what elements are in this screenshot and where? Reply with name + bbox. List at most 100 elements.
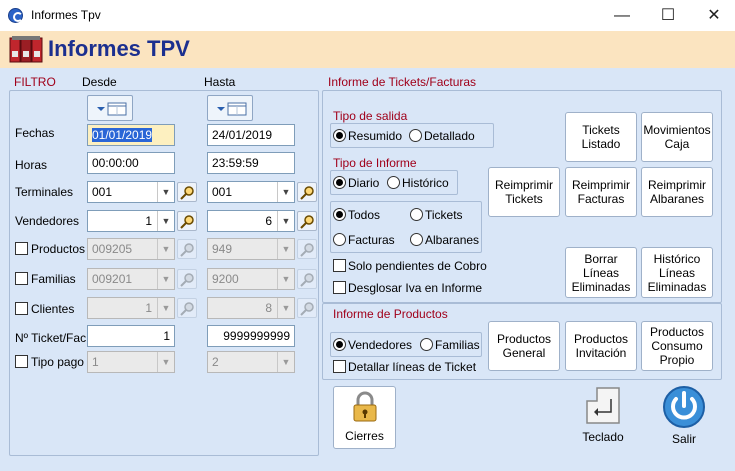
ticket-hasta-input[interactable]: 9999999999 (207, 325, 295, 347)
terminal-desde-select[interactable]: 001 ▼ (87, 181, 175, 203)
teclado-label: Teclado (582, 430, 624, 444)
producto-desde-value: 009205 (92, 242, 133, 256)
calendar-icon (217, 102, 247, 116)
terminal-hasta-search-button[interactable] (297, 182, 317, 202)
detallar-lineas-checkbox[interactable] (333, 360, 346, 373)
hasta-calendar-button[interactable] (207, 95, 253, 121)
terminal-hasta-select[interactable]: 001 ▼ (207, 181, 295, 203)
historico-lineas-button[interactable]: Histórico Líneas Eliminadas (641, 247, 713, 298)
reimprimir-albaranes-button[interactable]: Reimprimir Albaranes (641, 167, 713, 217)
hora-hasta-input[interactable]: 23:59:59 (207, 152, 295, 174)
chevron-down-icon: ▼ (157, 298, 174, 318)
productos-general-button[interactable]: Productos General (488, 321, 560, 371)
tipopago-desde-value: 1 (92, 355, 99, 369)
albaranes-radio[interactable] (410, 233, 423, 246)
diario-radio[interactable] (333, 176, 346, 189)
tickets-label: Tickets (425, 208, 463, 222)
vendedor-desde-select[interactable]: 1 ▼ (87, 210, 175, 232)
vendedor-hasta-search-button[interactable] (297, 211, 317, 231)
reimprimir-facturas-button[interactable]: Reimprimir Facturas (565, 167, 637, 217)
productos-invitacion-button[interactable]: Productos Invitación (565, 321, 637, 371)
terminales-label: Terminales (15, 185, 74, 199)
teclado-button[interactable]: Teclado (576, 385, 630, 449)
fecha-hasta-input[interactable]: 24/01/2019 (207, 124, 295, 146)
historico-label: Histórico (402, 176, 449, 190)
cierres-button[interactable]: Cierres (333, 386, 396, 449)
facturas-radio[interactable] (333, 233, 346, 246)
tickets-listado-button[interactable]: Tickets Listado (565, 112, 637, 162)
familias-label: Familias (31, 272, 76, 286)
desglosar-iva-checkbox[interactable] (333, 281, 346, 294)
salir-button[interactable]: Salir (656, 385, 712, 449)
calendar-icon (97, 102, 127, 116)
tipopago-checkbox[interactable] (15, 355, 28, 368)
horas-label: Horas (15, 158, 48, 172)
minimize-button[interactable]: — (599, 0, 645, 31)
tickets-radio[interactable] (410, 208, 423, 221)
cliente-desde-value: 1 (145, 301, 152, 315)
vendedores-radio[interactable] (333, 338, 346, 351)
terminal-hasta-value: 001 (212, 185, 233, 199)
familia-hasta-select[interactable]: 9200 ▼ (207, 268, 295, 290)
todos-label: Todos (348, 208, 381, 222)
familia-desde-select[interactable]: 009201 ▼ (87, 268, 175, 290)
cliente-desde-select[interactable]: 1 ▼ (87, 297, 175, 319)
historico-radio[interactable] (387, 176, 400, 189)
vendedor-hasta-value: 6 (265, 214, 272, 228)
chevron-down-icon: ▼ (157, 182, 174, 202)
producto-hasta-search-button[interactable] (297, 239, 317, 259)
window-title: Informes Tpv (31, 8, 101, 22)
tipopago-hasta-select[interactable]: 2 ▼ (207, 351, 295, 373)
productos-label: Productos (31, 242, 86, 256)
tipo-salida-label: Tipo de salida (333, 109, 408, 123)
enter-key-icon (586, 387, 620, 424)
close-button[interactable]: ✕ (691, 0, 735, 31)
minimize-icon: — (614, 7, 630, 24)
cliente-desde-search-button[interactable] (177, 298, 197, 318)
ticket-desde-input[interactable]: 1 (87, 325, 175, 347)
solo-pendientes-checkbox[interactable] (333, 259, 346, 272)
familia-hasta-search-button[interactable] (297, 269, 317, 289)
fechas-label: Fechas (15, 126, 55, 140)
producto-hasta-select[interactable]: 949 ▼ (207, 238, 295, 260)
chevron-down-icon: ▼ (157, 211, 174, 231)
desglosar-iva-label: Desglosar Iva en Informe (348, 281, 483, 295)
reimprimir-tickets-button[interactable]: Reimprimir Tickets (488, 167, 560, 217)
tipopago-desde-select[interactable]: 1 ▼ (87, 351, 175, 373)
fecha-desde-input[interactable]: 01/01/2019 (87, 124, 175, 146)
vendedores-radio-label: Vendedores (348, 338, 413, 352)
cliente-hasta-search-button[interactable] (297, 298, 317, 318)
chevron-down-icon: ▼ (157, 269, 174, 289)
hora-desde-input[interactable]: 00:00:00 (87, 152, 175, 174)
familias-radio[interactable] (420, 338, 433, 351)
tickets-section-label: Informe de Tickets/Facturas (328, 75, 477, 89)
cliente-hasta-select[interactable]: 8 ▼ (207, 297, 295, 319)
vendedores-label: Vendedores (15, 214, 80, 228)
maximize-icon: ☐ (660, 7, 676, 24)
maximize-button[interactable]: ☐ (645, 0, 691, 31)
borrar-lineas-button[interactable]: Borrar Líneas Eliminadas (565, 247, 637, 298)
productos-consumo-button[interactable]: Productos Consumo Propio (641, 321, 713, 371)
familias-radio-label: Familias (435, 338, 480, 352)
familia-desde-search-button[interactable] (177, 269, 197, 289)
detallado-label: Detallado (424, 129, 475, 143)
movimientos-caja-button[interactable]: Movimientos Caja (641, 112, 713, 162)
ticket-label: Nº Ticket/Fac (15, 331, 87, 345)
desde-calendar-button[interactable] (87, 95, 133, 121)
todos-radio[interactable] (333, 208, 346, 221)
vendedor-hasta-select[interactable]: 6 ▼ (207, 210, 295, 232)
solo-pendientes-label: Solo pendientes de Cobro (348, 259, 487, 273)
detallado-radio[interactable] (409, 129, 422, 142)
clientes-checkbox[interactable] (15, 302, 28, 315)
vendedor-desde-search-button[interactable] (177, 211, 197, 231)
producto-desde-search-button[interactable] (177, 239, 197, 259)
terminal-desde-value: 001 (92, 185, 113, 199)
producto-desde-select[interactable]: 009205 ▼ (87, 238, 175, 260)
productos-checkbox[interactable] (15, 242, 28, 255)
search-icon (180, 215, 194, 229)
resumido-radio[interactable] (333, 129, 346, 142)
familias-checkbox[interactable] (15, 272, 28, 285)
terminal-desde-search-button[interactable] (177, 182, 197, 202)
tipo-informe-label: Tipo de Informe (333, 156, 417, 170)
chevron-down-icon: ▼ (277, 298, 294, 318)
